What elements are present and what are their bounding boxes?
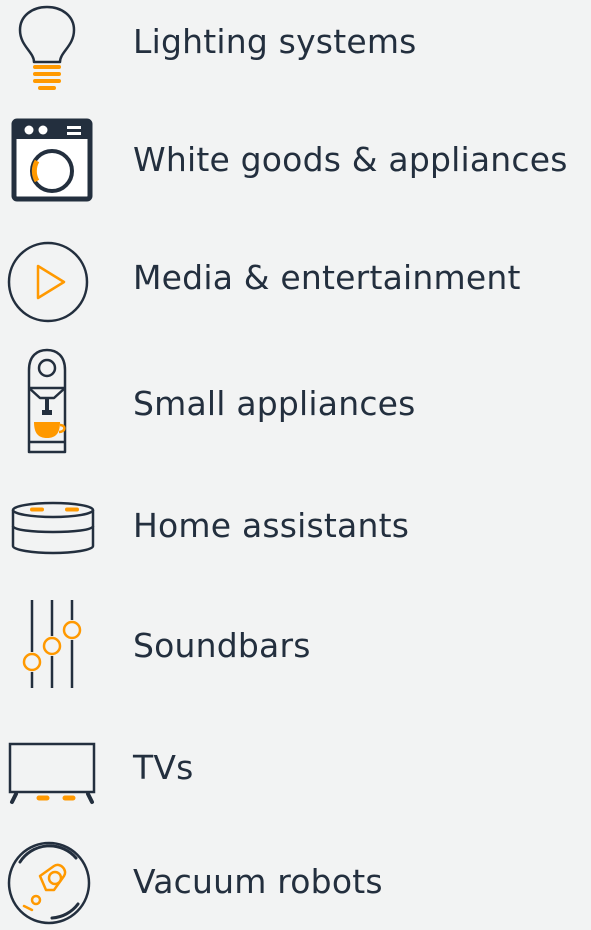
category-label: Soundbars [133,626,311,665]
category-item-home-assistants[interactable]: Home assistants [0,486,591,582]
category-label: White goods & appliances [133,140,568,179]
category-item-lighting-systems[interactable]: Lighting systems [0,0,591,96]
light-bulb-icon [0,0,110,96]
tv-icon [0,714,110,810]
smart-speaker-icon [0,486,110,582]
category-item-white-goods[interactable]: White goods & appliances [0,112,591,208]
device-category-list: Lighting systems White goods & appliance… [0,0,591,930]
category-item-small-appliances[interactable]: Small appliances [0,348,591,454]
robot-vacuum-icon [0,826,110,925]
category-label: Lighting systems [133,22,417,61]
equalizer-sliders-icon [0,598,110,694]
category-label: Small appliances [133,384,416,423]
category-label: Vacuum robots [133,862,383,901]
category-label: Media & entertainment [133,258,521,297]
category-item-soundbars[interactable]: Soundbars [0,598,591,694]
category-label: TVs [133,748,194,787]
category-item-tvs[interactable]: TVs [0,714,591,810]
play-icon [0,230,110,326]
category-label: Home assistants [133,506,410,545]
washing-machine-icon [0,112,110,208]
category-item-media-entertainment[interactable]: Media & entertainment [0,230,591,326]
category-item-vacuum-robots[interactable]: Vacuum robots [0,826,591,925]
coffee-machine-icon [0,348,110,454]
